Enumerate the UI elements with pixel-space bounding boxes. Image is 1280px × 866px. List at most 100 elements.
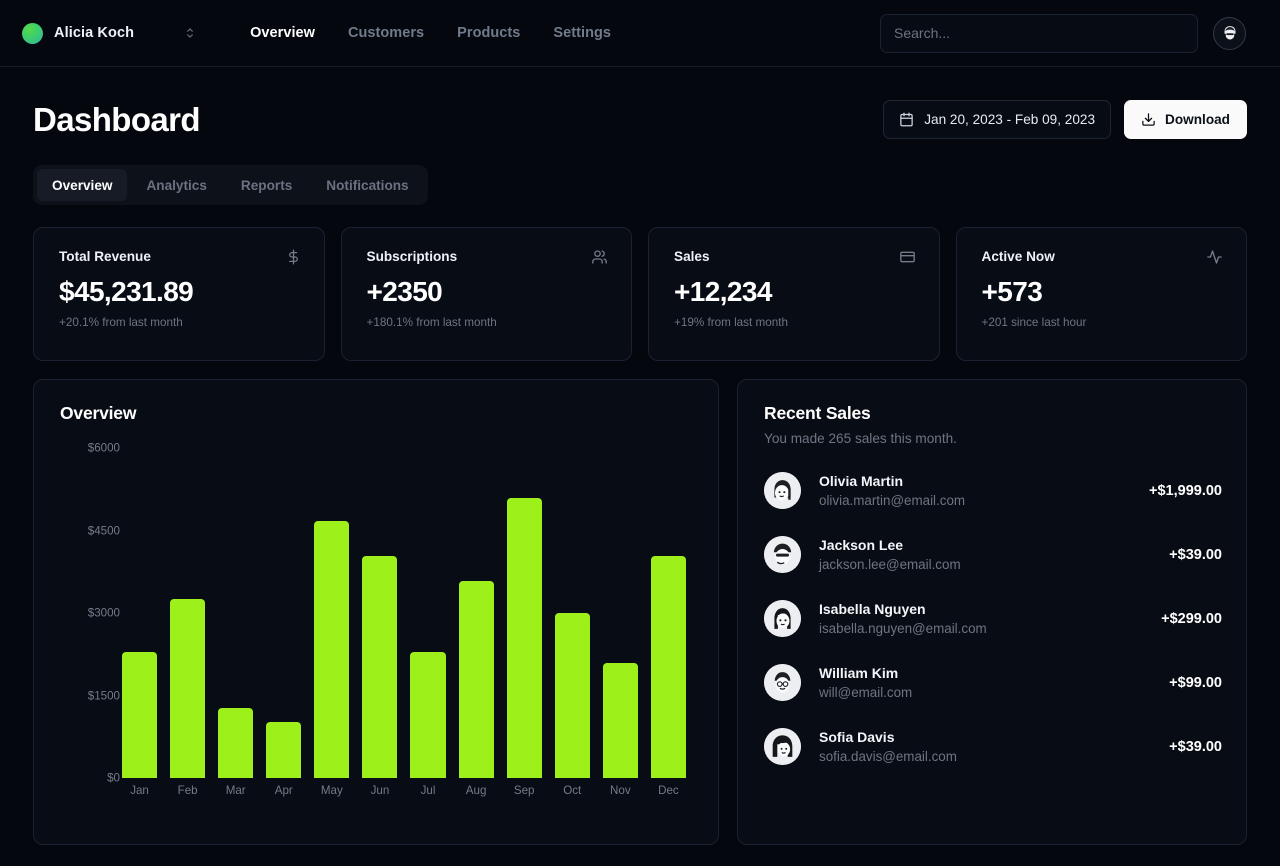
avatar-william-icon: [764, 664, 801, 701]
overview-chart-card: Overview $0 $1500 $3000 $4500 $6000 Jan Feb Ma…: [33, 379, 719, 845]
recent-sale-row[interactable]: Sofia Davissofia.davis@email.com+$39.00: [764, 728, 1222, 765]
date-range-picker[interactable]: Jan 20, 2023 - Feb 09, 2023: [883, 100, 1111, 139]
lower-section: Overview $0 $1500 $3000 $4500 $6000 Jan Feb Ma…: [33, 379, 1247, 845]
chart-x-axis: JanFebMarAprMayJunJulAugSepOctNovDec: [122, 784, 686, 797]
chart-bar-column[interactable]: [314, 448, 349, 778]
users-icon: [591, 249, 608, 265]
chart-bar-column[interactable]: [410, 448, 445, 778]
recent-sale-email: jackson.lee@email.com: [819, 557, 961, 572]
chart-bar-column[interactable]: [122, 448, 157, 778]
user-avatar-button[interactable]: [1213, 17, 1246, 50]
tab-analytics[interactable]: Analytics: [131, 169, 221, 201]
dashboard-page: Dashboard Jan 20, 2023 - Feb 09, 2023 Do…: [0, 67, 1280, 845]
recent-sale-amount: +$39.00: [1169, 739, 1222, 755]
chart-bar-column[interactable]: [218, 448, 253, 778]
recent-sale-amount: +$1,999.00: [1149, 483, 1222, 499]
search-box[interactable]: [880, 14, 1198, 53]
calendar-icon: [899, 112, 914, 127]
chart-bar[interactable]: [603, 663, 638, 779]
chart-bar-column[interactable]: [651, 448, 686, 778]
stat-label: Total Revenue: [59, 249, 151, 264]
recent-sales-list: Olivia Martin olivia.martin@email.com +$1,…: [764, 472, 1222, 765]
chart-bar[interactable]: [122, 652, 157, 779]
stat-card-subscriptions: Subscriptions +2350 +180.1% from last mo…: [341, 227, 633, 361]
chart-bar[interactable]: [459, 581, 494, 778]
chart-y-tick: $6000: [88, 442, 120, 455]
recent-sale-email: olivia.martin@email.com: [819, 493, 965, 508]
chart-bar-column[interactable]: [459, 448, 494, 778]
avatar-jackson-icon: [764, 536, 801, 573]
tab-notifications[interactable]: Notifications: [311, 169, 423, 201]
chevron-up-down-icon[interactable]: [182, 22, 198, 44]
main-menu: Overview Customers Products Settings: [250, 25, 611, 41]
recent-sale-amount: +$99.00: [1169, 675, 1222, 691]
nav-item-overview[interactable]: Overview: [250, 25, 315, 41]
nav-item-settings[interactable]: Settings: [553, 25, 611, 41]
chart-bar-column[interactable]: [170, 448, 205, 778]
chart-bar-column[interactable]: [362, 448, 397, 778]
tab-overview[interactable]: Overview: [37, 169, 127, 201]
stat-subtext: +19% from last month: [674, 316, 916, 329]
recent-sale-row[interactable]: William Kimwill@email.com+$99.00: [764, 664, 1222, 701]
page-header: Dashboard Jan 20, 2023 - Feb 09, 2023 Do…: [33, 100, 1247, 139]
date-range-label: Jan 20, 2023 - Feb 09, 2023: [924, 112, 1095, 127]
chart-x-tick: Aug: [459, 784, 494, 797]
header-actions: Jan 20, 2023 - Feb 09, 2023 Download: [883, 100, 1247, 139]
download-button[interactable]: Download: [1124, 100, 1247, 139]
recent-sale-name: Olivia Martin: [819, 473, 965, 489]
nav-item-customers[interactable]: Customers: [348, 25, 424, 41]
dashboard-tabs: Overview Analytics Reports Notifications: [33, 165, 428, 205]
app-logo-icon: [22, 23, 43, 44]
chart-bar[interactable]: [314, 521, 349, 778]
tab-reports[interactable]: Reports: [226, 169, 307, 201]
avatar-isabella-icon: [764, 600, 801, 637]
stat-card-header: Active Now: [982, 249, 1224, 265]
chart-bar[interactable]: [266, 722, 301, 778]
chart-bar[interactable]: [555, 613, 590, 778]
recent-sale-name: Sofia Davis: [819, 729, 957, 745]
avatar-sofia-icon: [764, 728, 801, 765]
chart-bar[interactable]: [218, 708, 253, 778]
chart-y-tick: $4500: [88, 524, 120, 537]
stat-value: +573: [982, 276, 1224, 308]
chart-bar-column[interactable]: [507, 448, 542, 778]
chart-bar[interactable]: [170, 599, 205, 778]
stat-label: Sales: [674, 249, 710, 264]
stat-card-header: Sales: [674, 249, 916, 265]
chart-bar[interactable]: [651, 556, 686, 778]
recent-sale-row[interactable]: Jackson Leejackson.lee@email.com+$39.00: [764, 536, 1222, 573]
chart-x-tick: Nov: [603, 784, 638, 797]
recent-sale-email: isabella.nguyen@email.com: [819, 621, 987, 636]
chart-x-tick: Feb: [170, 784, 205, 797]
chart-bar-column[interactable]: [555, 448, 590, 778]
recent-sale-meta: Olivia Martin olivia.martin@email.com: [819, 473, 965, 508]
search-input[interactable]: [894, 25, 1184, 41]
top-navigation-bar: Alicia Koch Overview Customers Products …: [0, 0, 1280, 67]
download-icon: [1141, 112, 1156, 127]
chart-y-tick: $1500: [88, 689, 120, 702]
chart-x-tick: Sep: [507, 784, 542, 797]
recent-sale-email: will@email.com: [819, 685, 912, 700]
chart-x-tick: Mar: [218, 784, 253, 797]
chart-bar-column[interactable]: [603, 448, 638, 778]
stat-card-active-now: Active Now +573 +201 since last hour: [956, 227, 1248, 361]
chart-x-tick: Jul: [410, 784, 445, 797]
recent-sales-title: Recent Sales: [764, 403, 1222, 424]
chart-x-tick: Jan: [122, 784, 157, 797]
chart-bar[interactable]: [362, 556, 397, 778]
page-title: Dashboard: [33, 101, 200, 139]
nav-item-products[interactable]: Products: [457, 25, 520, 41]
recent-sale-row[interactable]: Olivia Martin olivia.martin@email.com +$1,…: [764, 472, 1222, 509]
team-switcher[interactable]: Alicia Koch: [22, 23, 134, 44]
stat-subtext: +20.1% from last month: [59, 316, 301, 329]
chart-bar-column[interactable]: [266, 448, 301, 778]
stat-cards: Total Revenue $45,231.89 +20.1% from las…: [33, 227, 1247, 361]
chart-bar[interactable]: [507, 498, 542, 778]
chart-bar[interactable]: [410, 652, 445, 779]
stat-label: Subscriptions: [367, 249, 458, 264]
overview-card-title: Overview: [60, 403, 694, 424]
chart-y-tick: $0: [107, 772, 120, 785]
chart-y-tick: $3000: [88, 607, 120, 620]
avatar-olivia-icon: [764, 472, 801, 509]
recent-sale-row[interactable]: Isabella Nguyenisabella.nguyen@email.com…: [764, 600, 1222, 637]
